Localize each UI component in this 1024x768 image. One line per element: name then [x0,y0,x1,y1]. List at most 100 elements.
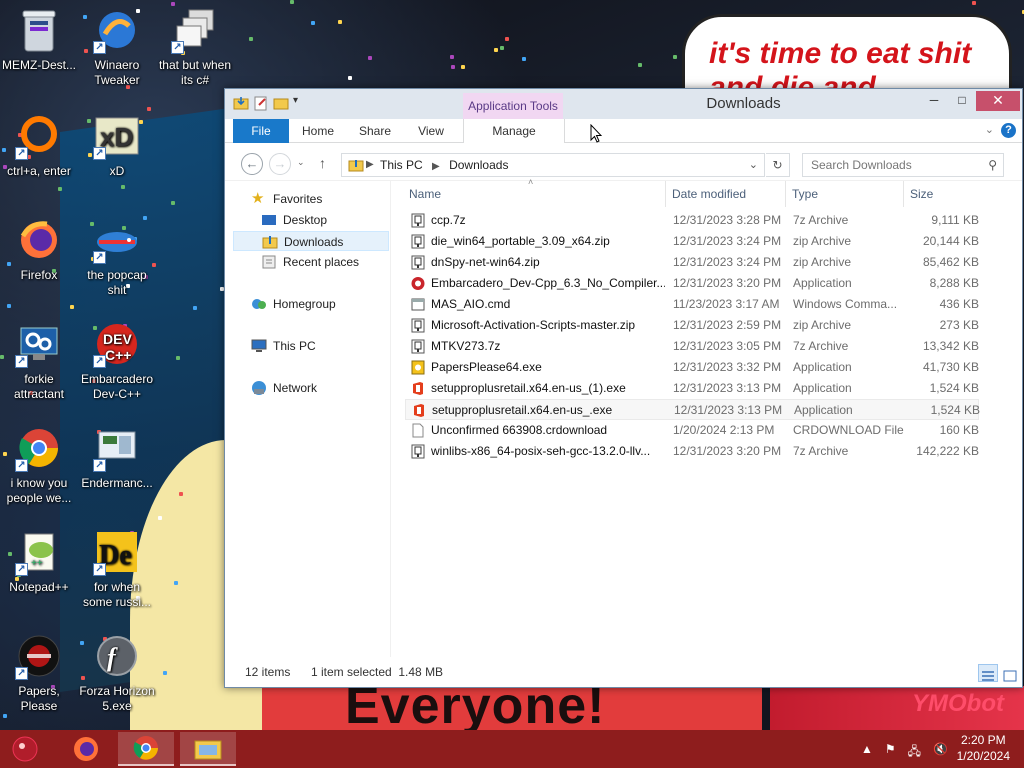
wallpaper-corner-sign: YMObot [770,686,1024,730]
mouse-cursor-icon [590,124,602,143]
nav-network[interactable]: Network [225,378,391,398]
explorer-window[interactable]: ▾ Application Tools Downloads ─ □ ✕ File… [224,88,1023,688]
address-bar[interactable]: ▶ This PC ▶ Downloads ⌄ [341,153,765,177]
firefox-icon [74,737,98,761]
devcpp-icon: DEV C++ ↗ [93,320,141,368]
nav-downloads[interactable]: Downloads [233,231,389,251]
tab-manage[interactable]: Manage [463,119,565,143]
shortcut-arrow-icon: ↗ [15,147,28,160]
large-icons-view-icon[interactable] [1000,664,1020,682]
taskbar-chrome[interactable] [118,732,174,766]
monitor-icon: ↗ [93,424,141,472]
breadcrumb-downloads[interactable]: Downloads [449,158,508,172]
nav-homegroup[interactable]: Homegroup [225,294,391,314]
taskbar-firefox[interactable] [58,732,114,766]
desktop-icon-devcpp[interactable]: DEV C++ ↗ Embarcadero Dev-C++ [78,320,156,402]
tab-home[interactable]: Home [295,119,341,143]
file-row[interactable]: PapersPlease64.exe 12/31/2023 3:32 PM Appl… [405,357,979,378]
file-date: 12/31/2023 3:32 PM [673,360,782,374]
file-row[interactable]: dnSpy-net-win64.zip 12/31/2023 3:24 PM zip… [405,252,979,273]
forward-arrow-icon[interactable]: → [269,153,291,175]
desktop-folder-icon [261,212,277,228]
file-row[interactable]: Embarcadero_Dev-Cpp_6.3_No_Compiler... 12… [405,273,979,294]
taskbar-file-explorer[interactable] [180,732,236,766]
desktop-icon-ctrl-a-enter[interactable]: ↗ ctrl+a, enter [0,112,78,179]
file-row[interactable]: winlibs-x86_64-posix-seh-gcc-13.2.0-llv.… [405,441,979,462]
show-hidden-icons-icon[interactable]: ▲ [861,742,873,763]
column-header-size[interactable]: Size [903,181,983,207]
desktop-icon-firefox[interactable]: Firefox [0,216,78,283]
desktop-icon-russian[interactable]: De ↗ for when some russi... [78,528,156,610]
file-row[interactable]: MAS_AIO.cmd 11/23/2023 3:17 AM Windows Com… [405,294,979,315]
recent-locations-chevron-icon[interactable]: ⌄ [297,157,305,168]
desktop-icon-label: that but when its c# [158,58,232,87]
column-header-type[interactable]: Type [785,181,903,207]
file-row[interactable]: MTKV273.7z 12/31/2023 3:05 PM 7z Archive 13… [405,336,979,357]
search-input[interactable]: Search Downloads ⚲ [802,153,1004,177]
up-arrow-icon[interactable]: ↑ [319,155,326,171]
minimize-icon[interactable]: ─ [920,91,948,111]
desktop-icon-forkie[interactable]: ↗ forkie attractant [0,320,78,402]
file-row[interactable]: setupproplusretail.x64.en-us_(1).exe 12/3… [405,378,979,399]
desktop-icon-notepadpp[interactable]: ++ ↗ Notepad++ [0,528,78,595]
file-name: Unconfirmed 663908.crdownload [431,423,608,437]
taskbar-clock[interactable]: 2:20 PM 1/20/2024 [957,732,1010,764]
breadcrumb-this-pc[interactable]: This PC [380,158,423,172]
help-icon[interactable]: ? [1001,123,1016,138]
desktop-icon-popcap[interactable]: ↗ the popcap shit [78,216,156,298]
title-bar[interactable]: ▾ Application Tools Downloads ─ □ ✕ [225,89,1022,119]
desktop-icon-csharp[interactable]: ↗ that but when its c# [156,6,234,88]
refresh-icon[interactable]: ↻ [766,153,790,177]
file-row[interactable]: ccp.7z 12/31/2023 3:28 PM 7z Archive 9,111 … [405,210,979,231]
desktop-icon-xd[interactable]: xD ↗ xD [78,112,156,179]
shortcut-arrow-icon: ↗ [93,147,106,160]
desktop-icon-memz[interactable]: MEMZ-Dest... [0,6,78,73]
recycle-bin-icon [15,6,63,54]
column-header-name[interactable]: Name [391,181,665,207]
desktop-icon-endermanch[interactable]: ↗ Endermanc... [78,424,156,491]
hxd-icon: xD ↗ [93,112,141,160]
file-row[interactable]: setupproplusretail.x64.en-us_.exe 12/31/2… [405,399,980,420]
orange-ring-icon: ↗ [15,112,63,160]
window-controls: ─ □ ✕ [920,91,1020,111]
archive-icon [411,213,425,228]
volume-muted-icon[interactable]: 🔇 [933,742,948,763]
file-type: zip Archive [793,318,852,332]
file-date: 12/31/2023 3:24 PM [673,234,782,248]
desktop-icon-papers-please[interactable]: ↗ Papers, Please [0,632,78,714]
network-icon [251,380,267,396]
close-icon[interactable]: ✕ [976,91,1020,111]
desktop-icon-winaero[interactable]: ↗ Winaero Tweaker [78,6,156,88]
file-row[interactable]: Microsoft-Activation-Scripts-master.zip 1… [405,315,979,336]
nav-desktop[interactable]: Desktop [225,210,391,230]
nav-favorites[interactable]: ★ Favorites [225,189,391,209]
tab-file[interactable]: File [233,119,289,143]
nav-recent-places[interactable]: Recent places [225,252,391,272]
details-view-icon[interactable] [978,664,998,682]
nav-this-pc[interactable]: This PC [225,336,391,356]
maximize-icon[interactable]: □ [948,91,976,111]
clock-date: 1/20/2024 [956,749,1010,763]
address-dropdown-icon[interactable]: ⌄ [749,154,758,176]
ribbon-tabs: File Home Share View Manage ⌄ ? [225,119,1022,143]
winaero-icon: ↗ [93,6,141,54]
file-row[interactable]: Unconfirmed 663908.crdownload 1/20/2024 2… [405,420,979,441]
confetti-piece [174,581,178,585]
back-arrow-icon[interactable]: ← [241,153,263,175]
file-list[interactable]: ˄ Name Date modified Type Size ccp.7z 12/… [391,177,1022,657]
action-center-flag-icon[interactable]: ⚑ [885,742,896,763]
start-button[interactable] [0,732,50,766]
file-row[interactable]: die_win64_portable_3.09_x64.zip 12/31/202… [405,231,979,252]
network-tray-icon[interactable]: 🖧 [908,742,921,763]
tab-share[interactable]: Share [351,119,399,143]
column-header-date[interactable]: Date modified [665,181,785,207]
file-name: die_win64_portable_3.09_x64.zip [431,234,610,248]
desktop-icon-forza[interactable]: f Forza Horizon 5.exe [78,632,156,714]
svg-text:C++: C++ [105,347,131,363]
desktop-icon-chrome[interactable]: ↗ i know you people we... [0,424,78,506]
confetti-piece [638,63,642,67]
tab-view[interactable]: View [409,119,453,143]
file-date: 12/31/2023 2:59 PM [673,318,782,332]
ribbon-expand-icon[interactable]: ⌄ [985,123,994,136]
confetti-piece [505,37,509,41]
